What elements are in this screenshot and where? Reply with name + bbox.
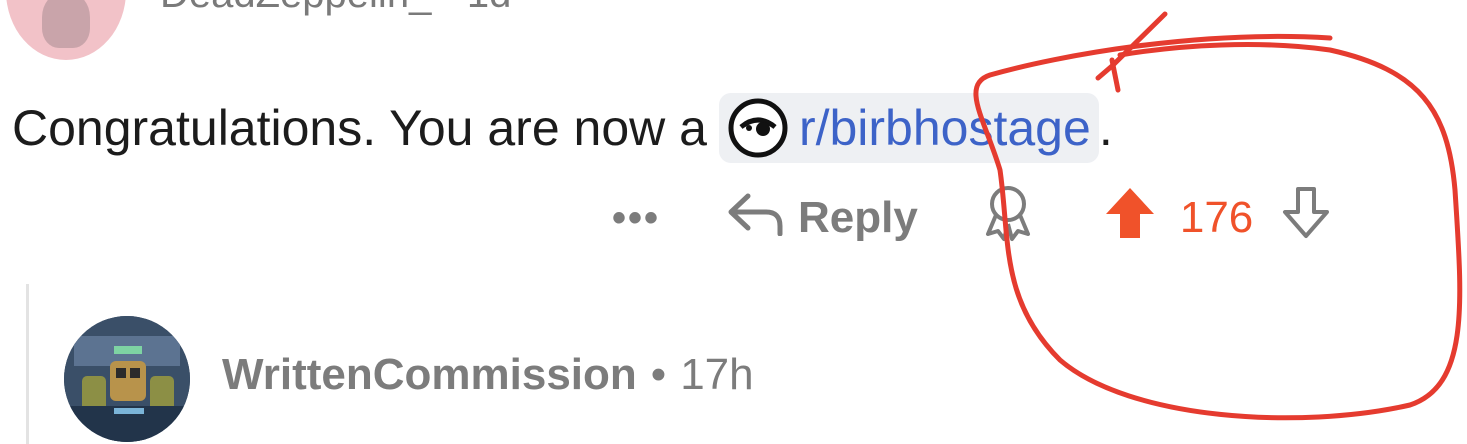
- upvote-icon: [1105, 187, 1154, 238]
- subreddit-icon: [727, 97, 789, 159]
- downvote-icon: [1283, 186, 1330, 238]
- upvote-button[interactable]: [1104, 186, 1156, 251]
- comment-text-end: .: [1098, 100, 1113, 156]
- comment-body: Congratulations. You are now a r/birbhos…: [12, 88, 1113, 168]
- reply-username[interactable]: WrittenCommission: [222, 350, 637, 399]
- comment-text: Congratulations. You are now a: [12, 100, 707, 156]
- vote-score: 176: [1179, 193, 1254, 242]
- comment-author[interactable]: DeadZeppelin_ · 1d: [160, 0, 511, 17]
- downvote-button[interactable]: [1281, 186, 1331, 251]
- award-icon: [985, 185, 1030, 241]
- reply-arrow-icon: [726, 190, 784, 247]
- avatar-figure: [42, 0, 90, 48]
- avatar[interactable]: [6, 0, 126, 60]
- more-options-button[interactable]: •••: [612, 196, 660, 241]
- comment-actions: ••• Reply 176: [612, 185, 1331, 251]
- reply-timestamp: 17h: [680, 350, 754, 399]
- reply-avatar[interactable]: [64, 316, 190, 442]
- reply-label: Reply: [798, 193, 918, 242]
- separator-dot: •: [650, 350, 667, 399]
- reply-button[interactable]: Reply: [726, 190, 918, 247]
- thread-line[interactable]: [26, 284, 29, 444]
- subreddit-chip[interactable]: r/birbhostage: [718, 93, 1099, 163]
- reply-meta: WrittenCommission • 17h: [222, 350, 754, 400]
- subreddit-link[interactable]: r/birbhostage: [799, 88, 1091, 168]
- award-button[interactable]: [980, 184, 1036, 253]
